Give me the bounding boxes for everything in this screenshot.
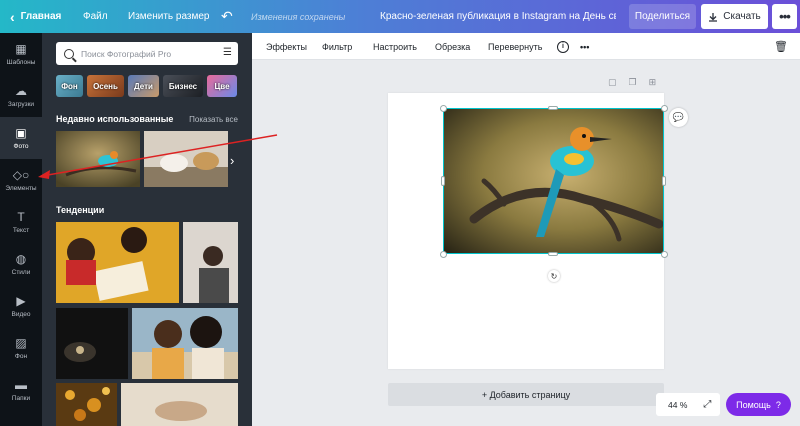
rail-item-video[interactable]: ▶ Видео [0,285,42,327]
filter-icon[interactable]: ☰ [223,47,232,58]
download-label: Скачать [723,11,761,22]
rail-label: Шаблоны [6,58,36,66]
rail-item-styles[interactable]: ◍ Стили [0,243,42,285]
rail-label: Стили [11,268,31,276]
rail-item-background[interactable]: ▨ Фон [0,327,42,369]
rail-label: Папки [11,394,31,402]
folder-icon: ▬ [15,377,27,392]
rail-item-folders[interactable]: ▬ Папки [0,369,42,411]
cloud-upload-icon: ☁ [15,83,27,98]
palette-icon: ◍ [15,251,27,266]
recent-photo-bird[interactable] [56,131,140,187]
selected-photo-bird[interactable] [443,108,664,254]
category-chips: Фон Осень Дети Бизнес Цве [56,75,252,97]
top-bar: ‹ Главная Файл Изменить размер ↶ Изменен… [0,0,800,33]
search-input[interactable]: Поиск Фотографий Pro ☰ [56,42,238,65]
crop-button[interactable]: Обрезка [435,33,470,60]
duplicate-page-icon[interactable]: ❐ [629,77,637,88]
comment-icon[interactable]: 💬 [669,108,688,127]
resize-handle-tr[interactable] [661,105,668,112]
search-placeholder: Поиск Фотографий Pro [81,48,172,59]
rail-item-text[interactable]: T Текст [0,201,42,243]
shapes-icon: ◇○ [12,167,30,182]
resize-handle-top[interactable] [548,106,558,110]
photos-panel: Поиск Фотографий Pro ☰ Фон Осень Дети Би… [42,33,252,426]
recent-title: Недавно использованные [56,114,174,124]
undo-icon[interactable]: ↶ [221,0,233,33]
page-actions: ▢ ❐ ⊞ [608,77,656,88]
trend-photo-woman-phone[interactable] [183,222,238,303]
rotate-icon[interactable]: ↻ [548,270,560,282]
chip-business[interactable]: Бизнес [163,75,203,97]
text-icon: T [17,209,25,224]
resize-button[interactable]: Изменить размер [128,0,209,33]
pattern-icon: ▨ [15,335,27,350]
rail-item-uploads[interactable]: ☁ Загрузки [0,75,42,117]
file-menu[interactable]: Файл [83,0,108,33]
chevron-right-icon[interactable]: › [230,153,234,168]
resize-handle-left[interactable] [441,176,445,186]
video-icon: ▶ [16,293,26,308]
chip-autumn[interactable]: Осень [87,75,124,97]
help-question-icon: ? [775,399,781,410]
resize-handle-br[interactable] [661,251,668,258]
home-button[interactable]: ‹ Главная [10,0,61,33]
note-icon[interactable]: ▢ [608,77,617,88]
show-all-link[interactable]: Показать все [189,115,238,124]
zoom-value: 44 % [668,399,688,410]
trend-photo-golden-lights[interactable] [56,383,117,426]
rail-label: Фото [13,142,29,150]
rail-item-elements[interactable]: ◇○ Элементы [0,159,42,201]
resize-handle-bl[interactable] [440,251,447,258]
rail-item-photos[interactable]: ▣ Фото [0,117,42,159]
grid-icon: ▦ [15,41,27,56]
zoom-control[interactable]: 44 % ⤢ [656,393,720,416]
resize-handle-tl[interactable] [440,105,447,112]
rail-label: Текст [12,226,30,234]
document-title[interactable]: Красно-зеленая публикация в Instagram на… [380,0,616,33]
help-label: Помощь [736,399,771,410]
rail-label: Видео [11,310,31,318]
trends-title: Тенденции [56,205,105,215]
chip-background[interactable]: Фон [56,75,83,97]
save-status: Изменения сохранены [251,11,346,22]
chip-colors[interactable]: Цве [207,75,237,97]
fullscreen-icon[interactable]: ⤢ [703,399,711,410]
more-options-button[interactable]: ••• [772,4,797,29]
home-label: Главная [20,11,62,22]
rail-item-templates[interactable]: ▦ Шаблоны [0,33,42,75]
resize-handle-right[interactable] [662,176,666,186]
chevron-left-icon: ‹ [10,8,15,25]
info-icon: i [557,40,569,53]
search-icon [64,48,74,59]
add-page-icon[interactable]: ⊞ [649,77,657,88]
download-icon [709,12,718,22]
rail-label: Загрузки [7,100,35,108]
add-page-button[interactable]: + Добавить страницу [388,383,664,406]
recent-photo-animals[interactable] [144,131,228,187]
info-button[interactable]: i [557,33,569,60]
trend-photo-laughing-friends[interactable] [132,308,238,379]
trend-photo-dark-object[interactable] [56,308,128,379]
left-nav-rail: ▦ Шаблоны ☁ Загрузки ▣ Фото ◇○ Элементы … [0,33,42,426]
rail-label: Элементы [5,184,37,192]
download-button[interactable]: Скачать [701,4,768,29]
editor-toolbar: Эффекты Фильтр Настроить Обрезка Перевер… [252,33,800,60]
effects-button[interactable]: Эффекты [266,33,307,60]
trend-photo-drawing[interactable] [56,222,179,303]
share-button[interactable]: Поделиться [629,4,696,29]
toolbar-more-button[interactable]: ••• [580,33,589,60]
resize-handle-bottom[interactable] [548,252,558,256]
image-icon: ▣ [15,125,27,140]
chip-kids[interactable]: Дети [128,75,159,97]
trash-icon[interactable]: 🗑 [774,40,788,53]
filter-button[interactable]: Фильтр [322,33,352,60]
trend-photo-hands[interactable] [121,383,238,426]
adjust-button[interactable]: Настроить [373,33,417,60]
rail-label: Фон [14,352,28,360]
help-button[interactable]: Помощь ? [726,393,791,416]
flip-button[interactable]: Перевернуть [488,33,542,60]
